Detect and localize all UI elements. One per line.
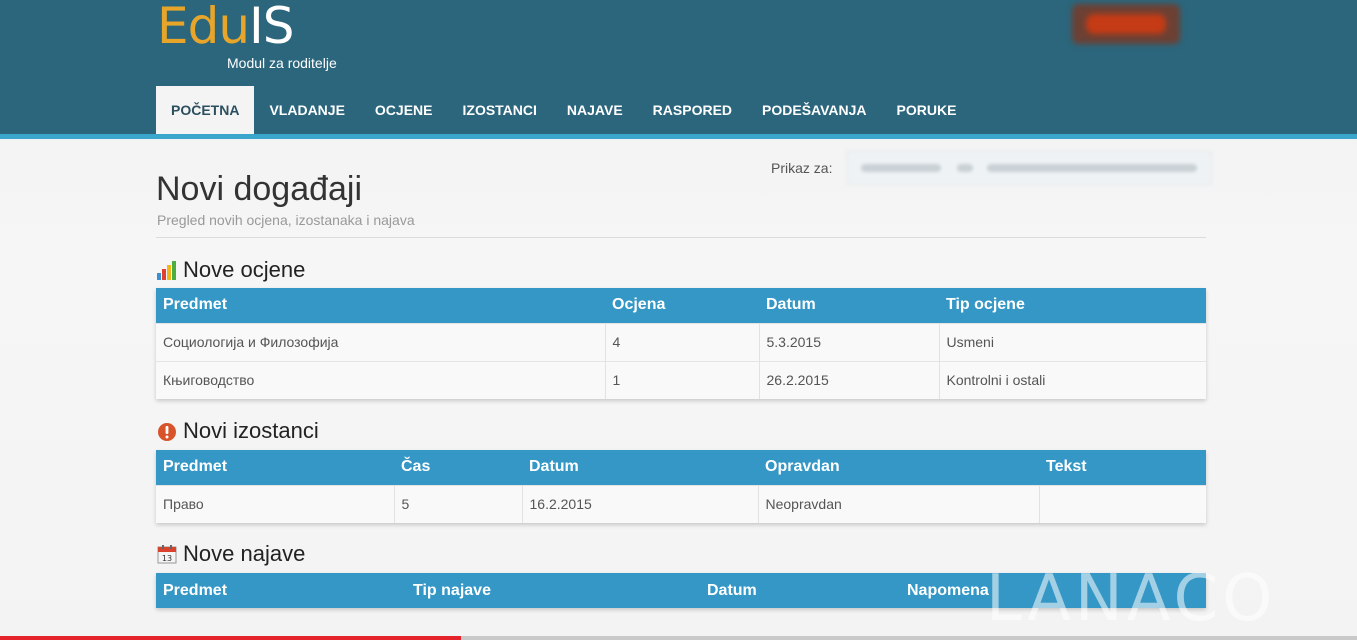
watermark-logo: LANACO	[986, 562, 1277, 636]
title-divider	[156, 237, 1206, 238]
nav-tab-ocjene[interactable]: OCJENE	[360, 86, 448, 134]
column-header[interactable]: Datum	[700, 573, 900, 608]
ocjene-table: Predmet Ocjena Datum Tip ocjene Социолог…	[156, 288, 1206, 399]
user-menu-button[interactable]	[1072, 4, 1180, 44]
table-header-row: Predmet Čas Datum Opravdan Tekst	[156, 450, 1206, 485]
nav-tab-najave[interactable]: NAJAVE	[552, 86, 638, 134]
table-cell: Kontrolni i ostali	[939, 360, 1206, 399]
section-title-ocjene-text: Nove ocjene	[183, 257, 306, 282]
section-title-izostanci-text: Novi izostanci	[183, 418, 319, 443]
column-header[interactable]: Datum	[522, 450, 758, 485]
table-cell: Књиговодство	[156, 360, 606, 399]
calendar-icon: 13	[156, 543, 178, 565]
logo-subtitle: Modul za roditelje	[227, 55, 337, 71]
table-cell: Право	[156, 484, 395, 523]
column-header[interactable]: Tip ocjene	[939, 288, 1206, 323]
table-row: Социологија и Филозофија 4 5.3.2015 Usme…	[156, 322, 1206, 361]
table-header-row: Predmet Ocjena Datum Tip ocjene	[156, 288, 1206, 323]
logo-is: IS	[249, 0, 294, 55]
table-row: Књиговодство 1 26.2.2015 Kontrolni i ost…	[156, 360, 1206, 399]
section-title-izostanci: Novi izostanci	[156, 418, 319, 444]
column-header[interactable]: Predmet	[156, 288, 605, 323]
bar-chart-icon	[156, 259, 178, 281]
izostanci-table: Predmet Čas Datum Opravdan Tekst Право 5…	[156, 450, 1206, 523]
table-cell: Usmeni	[939, 322, 1206, 361]
column-header[interactable]: Ocjena	[605, 288, 759, 323]
table-cell	[1039, 484, 1206, 523]
main-nav: POČETNA VLADANJE OCJENE IZOSTANCI NAJAVE…	[156, 86, 971, 134]
table-cell: 4	[605, 322, 760, 361]
student-select[interactable]	[846, 151, 1212, 185]
svg-text:13: 13	[162, 554, 172, 563]
video-progress-fill	[0, 636, 462, 640]
nav-tab-vladanje[interactable]: VLADANJE	[254, 86, 359, 134]
column-header[interactable]: Tip najave	[406, 573, 700, 608]
section-title-ocjene: Nove ocjene	[156, 257, 305, 283]
table-cell: Neopravdan	[758, 484, 1040, 523]
column-header[interactable]: Datum	[759, 288, 939, 323]
table-cell: 16.2.2015	[522, 484, 759, 523]
warning-icon	[156, 420, 178, 442]
section-title-najave: 13 Nove najave	[156, 541, 305, 567]
nav-tab-poruke[interactable]: PORUKE	[882, 86, 972, 134]
nav-tab-izostanci[interactable]: IZOSTANCI	[448, 86, 552, 134]
column-header[interactable]: Čas	[394, 450, 522, 485]
column-header[interactable]: Opravdan	[758, 450, 1039, 485]
nav-tab-podesavanja[interactable]: PODEŠAVANJA	[747, 86, 882, 134]
header-stripe	[0, 134, 1357, 139]
column-header[interactable]: Predmet	[156, 450, 394, 485]
nav-tab-pocetna[interactable]: POČETNA	[156, 86, 255, 134]
column-header[interactable]: Predmet	[156, 573, 406, 608]
table-cell: 26.2.2015	[759, 360, 940, 399]
app-logo[interactable]: EduIS	[157, 0, 295, 56]
table-cell: 5	[394, 484, 523, 523]
table-cell: Социологија и Филозофија	[156, 322, 606, 361]
student-select-label: Prikaz za:	[771, 160, 833, 176]
nav-tab-raspored[interactable]: RASPORED	[638, 86, 747, 134]
column-header[interactable]: Tekst	[1039, 450, 1206, 485]
page-subtitle: Pregled novih ocjena, izostanaka i najav…	[157, 212, 415, 228]
logo-edu: Edu	[157, 0, 250, 55]
table-row: Право 5 16.2.2015 Neopravdan	[156, 484, 1206, 523]
table-cell: 5.3.2015	[759, 322, 940, 361]
video-progress-bar[interactable]	[0, 636, 1357, 640]
table-cell: 1	[605, 360, 760, 399]
section-title-najave-text: Nove najave	[183, 541, 306, 566]
page-title: Novi događaji	[156, 170, 363, 208]
